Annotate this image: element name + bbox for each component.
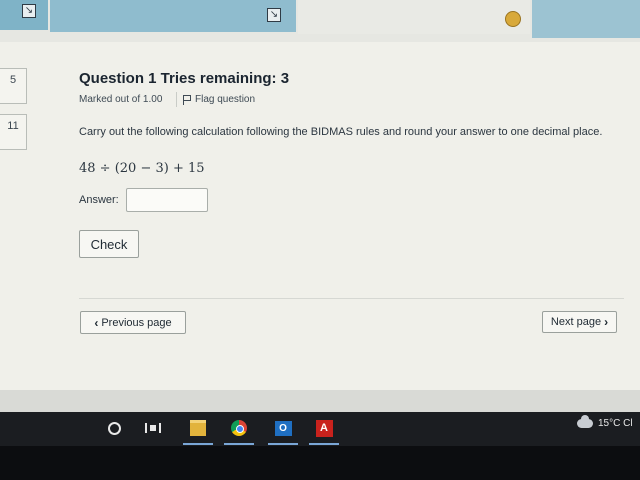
chevron-right-icon: › — [604, 315, 609, 329]
acrobat-button[interactable]: A — [313, 417, 335, 439]
weather-widget[interactable]: 15°C Cl — [577, 415, 633, 429]
top-bar-segment — [298, 0, 530, 34]
user-avatar-icon[interactable] — [505, 11, 521, 27]
answer-label: Answer: — [79, 194, 119, 206]
chevron-left-icon: ‹ — [94, 315, 99, 330]
previous-page-button[interactable]: ‹ Previous page — [80, 311, 186, 334]
task-view-icon — [145, 423, 161, 433]
top-bar-segment — [50, 0, 296, 32]
screen-bezel — [0, 446, 640, 480]
flag-icon — [183, 94, 191, 105]
top-bar-segment — [532, 0, 640, 38]
acrobat-icon: A — [315, 419, 333, 437]
task-view-button[interactable] — [142, 417, 164, 439]
active-app-indicator — [224, 443, 254, 445]
file-explorer-icon — [190, 420, 206, 436]
chrome-button[interactable] — [228, 417, 250, 439]
next-page-label: Next page — [550, 316, 602, 328]
marked-out-of: Marked out of 1.00 — [79, 94, 163, 105]
quiz-nav-tile[interactable]: 5 — [0, 68, 27, 104]
collapse-block-icon[interactable]: ↘ — [22, 4, 36, 18]
outlook-button[interactable]: O — [272, 417, 294, 439]
flag-question-link[interactable]: Flag question — [176, 92, 255, 107]
question-text: Carry out the following calculation foll… — [79, 126, 603, 138]
previous-page-label: Previous page — [101, 316, 172, 329]
file-explorer-button[interactable] — [187, 417, 209, 439]
divider — [79, 298, 624, 299]
flag-question-label: Flag question — [195, 94, 256, 105]
quiz-nav-tile[interactable]: 11 — [0, 114, 27, 150]
active-app-indicator — [268, 443, 298, 445]
chrome-icon — [231, 420, 247, 436]
cloud-icon — [577, 415, 593, 428]
answer-input[interactable] — [126, 188, 208, 212]
next-page-button[interactable]: Next page › — [542, 311, 617, 333]
active-app-indicator — [183, 443, 213, 445]
page-footer-band — [0, 390, 640, 412]
question-title: Question 1 Tries remaining: 3 — [79, 70, 290, 87]
weather-text: 15°C Cl — [598, 418, 633, 429]
cortana-icon — [107, 421, 121, 435]
active-app-indicator — [309, 443, 339, 445]
collapse-block-icon[interactable]: ↘ — [267, 8, 281, 22]
top-bar: ↘ ↘ — [0, 0, 640, 42]
check-button-label: Check — [90, 236, 128, 252]
check-button[interactable]: Check — [79, 230, 139, 258]
cortana-button[interactable] — [103, 417, 125, 439]
question-formula: 48 ÷ (20 − 3) + 15 — [79, 161, 205, 176]
outlook-icon: O — [274, 420, 292, 436]
